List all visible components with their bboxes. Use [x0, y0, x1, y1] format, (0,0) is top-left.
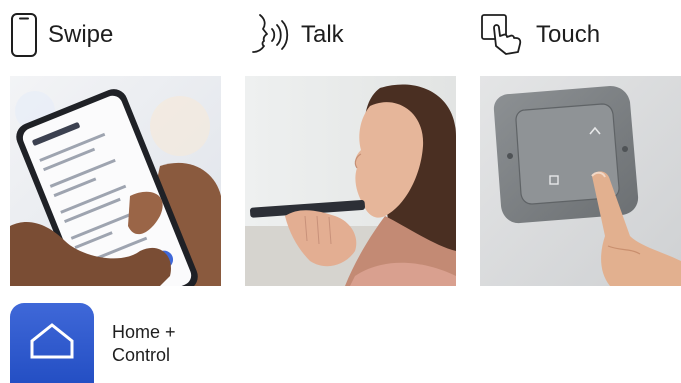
- finger-pressing-wall-switch-photo: [480, 76, 681, 286]
- touch-label: Touch: [536, 21, 601, 48]
- home-app-icon[interactable]: [10, 303, 94, 383]
- app-name-line2: Control: [112, 345, 171, 365]
- smartphone-icon: [10, 12, 38, 58]
- heading-talk: Talk: [245, 8, 344, 62]
- swipe-label: Swipe: [48, 21, 114, 48]
- app-name-line1: Home +: [112, 322, 176, 342]
- heading-swipe: Swipe: [10, 8, 113, 62]
- speaking-face-icon: [245, 12, 291, 58]
- features-panel: Swipe Talk Touch Home + Control: [0, 0, 681, 383]
- talk-label: Talk: [301, 21, 344, 48]
- hands-holding-smartphone-photo: [10, 76, 221, 286]
- woman-talking-to-phone-photo: [245, 76, 456, 286]
- app-name: Home + Control: [112, 321, 176, 367]
- heading-touch: Touch: [478, 8, 600, 62]
- finger-tap-switch-icon: [478, 12, 526, 58]
